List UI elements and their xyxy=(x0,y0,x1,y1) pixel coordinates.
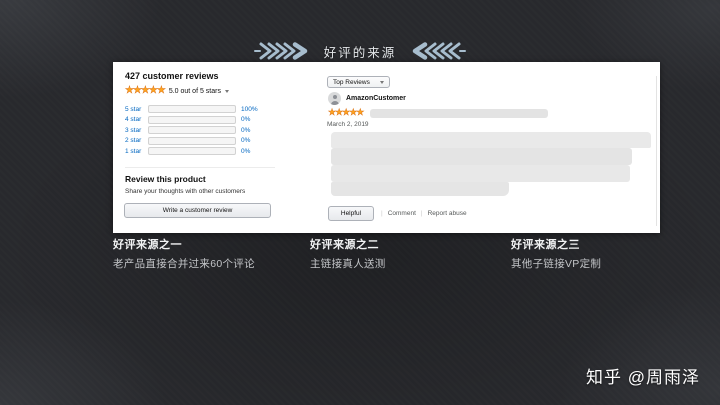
overall-rating-row[interactable]: ★★★★★ 5.0 out of 5 stars xyxy=(125,85,229,96)
redacted-review-text xyxy=(331,132,651,148)
comment-link[interactable]: Comment xyxy=(388,210,416,217)
amazon-reviews-panel: 427 customer reviews ★★★★★ 5.0 out of 5 … xyxy=(113,62,660,233)
caption-title: 好评来源之二 xyxy=(310,239,379,251)
histogram-row-2-star[interactable]: 2 star 0% xyxy=(125,136,275,145)
redacted-review-text xyxy=(331,182,509,196)
write-review-button[interactable]: Write a customer review xyxy=(124,203,271,218)
reviewer-avatar xyxy=(328,92,341,105)
review-product-heading: Review this product xyxy=(125,174,206,184)
reviews-count-heading: 427 customer reviews xyxy=(125,71,219,81)
chevron-down-icon xyxy=(380,80,384,84)
histogram-label[interactable]: 2 star xyxy=(125,137,145,144)
histogram-label[interactable]: 5 star xyxy=(125,106,145,113)
histogram-percent[interactable]: 0% xyxy=(239,137,263,144)
histogram-label[interactable]: 4 star xyxy=(125,116,145,123)
histogram-bar[interactable] xyxy=(148,147,236,156)
feather-arrows-left-icon xyxy=(410,42,467,60)
caption-title: 好评来源之一 xyxy=(113,239,182,251)
person-icon xyxy=(332,94,337,99)
histogram-label[interactable]: 3 star xyxy=(125,127,145,134)
histogram-percent[interactable]: 0% xyxy=(239,148,263,155)
histogram-row-5-star[interactable]: 5 star 100% xyxy=(125,105,275,113)
section-divider xyxy=(125,167,275,168)
caption-source-2: 好评来源之二 主链接真人送测 xyxy=(310,236,386,271)
histogram-label[interactable]: 1 star xyxy=(125,148,145,155)
caption-source-3: 好评来源之三 其他子链接VP定制 xyxy=(511,236,601,271)
review-date: March 2, 2019 xyxy=(327,121,369,128)
histogram-row-3-star[interactable]: 3 star 0% xyxy=(125,126,275,135)
rating-text: 5.0 out of 5 stars xyxy=(168,87,221,95)
caption-title: 好评来源之三 xyxy=(511,239,580,251)
slide-header: 好评的来源 xyxy=(0,40,720,62)
redacted-review-text xyxy=(331,165,630,182)
caption-body: 老产品直接合并过来60个评论 xyxy=(113,258,255,270)
page-title: 好评的来源 xyxy=(323,45,397,60)
zhihu-watermark: 知乎 @周雨泽 xyxy=(586,368,700,387)
histogram-percent[interactable]: 0% xyxy=(239,116,263,123)
ratings-histogram: 5 star 100% 4 star 0% 3 star 0% 2 star 0… xyxy=(125,105,275,158)
reviewer-name[interactable]: AmazonCustomer xyxy=(346,95,406,102)
review-action-links: | Comment | Report abuse xyxy=(381,210,467,217)
star-rating-icon: ★★★★★ xyxy=(125,85,166,96)
histogram-row-4-star[interactable]: 4 star 0% xyxy=(125,115,275,124)
scrollbar-track[interactable] xyxy=(656,76,657,226)
report-abuse-link[interactable]: Report abuse xyxy=(428,210,467,217)
person-icon xyxy=(330,100,339,105)
histogram-percent[interactable]: 100% xyxy=(239,106,263,113)
histogram-bar[interactable] xyxy=(148,126,236,135)
divider: | xyxy=(420,210,423,217)
divider: | xyxy=(381,210,383,217)
histogram-bar[interactable] xyxy=(148,136,236,145)
histogram-bar[interactable] xyxy=(148,105,236,113)
review-product-subtext: Share your thoughts with other customers xyxy=(125,188,246,195)
review-star-rating-icon: ★★★★★ xyxy=(328,107,365,117)
histogram-bar[interactable] xyxy=(148,115,236,124)
histogram-row-1-star[interactable]: 1 star 0% xyxy=(125,147,275,156)
caption-body: 主链接真人送测 xyxy=(310,258,386,270)
chevron-down-icon xyxy=(224,89,229,93)
histogram-percent[interactable]: 0% xyxy=(239,127,263,134)
caption-body: 其他子链接VP定制 xyxy=(511,258,602,270)
redacted-review-text xyxy=(331,148,632,165)
sort-dropdown-label: Top Reviews xyxy=(333,78,370,86)
feather-arrows-right-icon xyxy=(253,42,310,60)
sort-reviews-dropdown[interactable]: Top Reviews xyxy=(327,76,390,88)
caption-source-1: 好评来源之一 老产品直接合并过来60个评论 xyxy=(113,236,255,271)
redacted-review-title xyxy=(370,109,548,118)
helpful-button[interactable]: Helpful xyxy=(328,206,374,221)
